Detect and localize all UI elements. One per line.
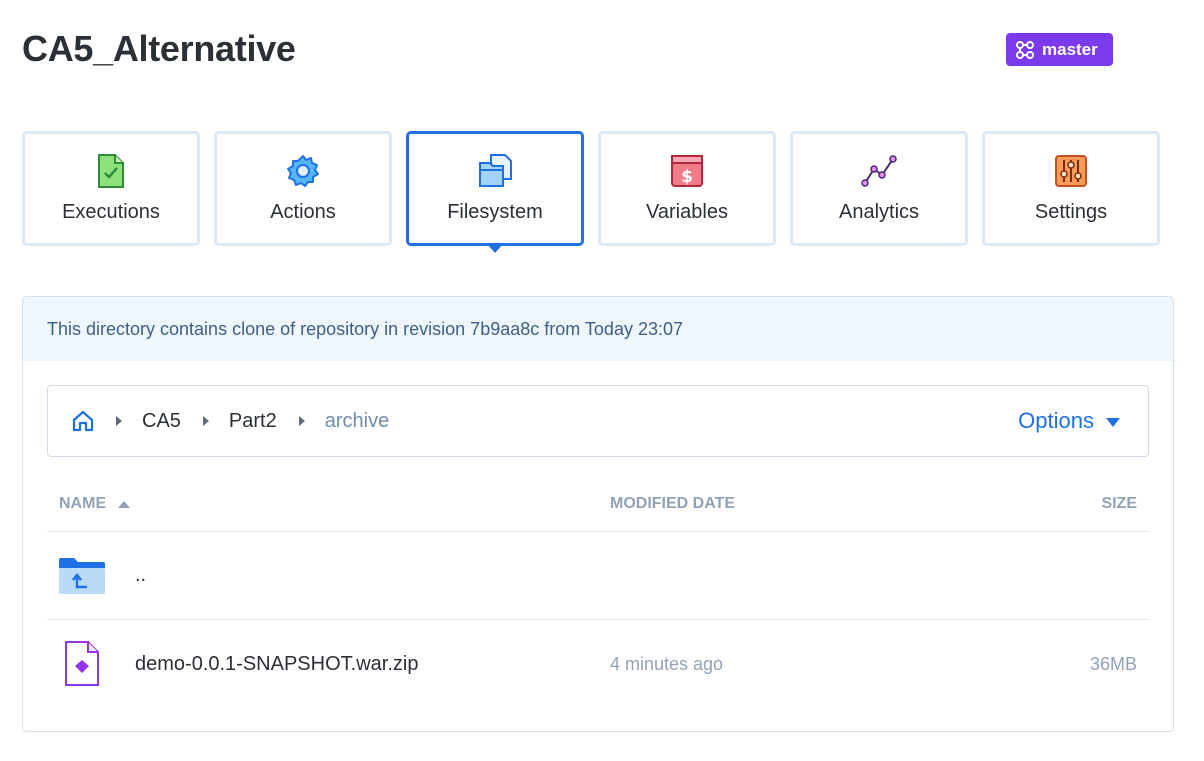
info-message: This directory contains clone of reposit…: [23, 297, 1173, 361]
breadcrumb-separator-icon: [116, 416, 122, 426]
sliders-icon: [1053, 153, 1089, 189]
breadcrumb-separator-icon: [298, 416, 305, 426]
tab-label: Settings: [1034, 201, 1108, 223]
file-name: ..: [135, 564, 147, 586]
breadcrumb-item-part2[interactable]: Part2: [229, 410, 277, 433]
gear-icon: [285, 153, 321, 189]
dollar-box-icon: $: [669, 153, 705, 189]
tab-executions[interactable]: Executions: [22, 131, 200, 246]
tab-label: Filesystem: [447, 201, 543, 223]
table-row[interactable]: demo-0.0.1-SNAPSHOT.war.zip 4 minutes ag…: [47, 620, 1149, 708]
tab-label: Executions: [62, 201, 160, 223]
tab-actions[interactable]: Actions: [214, 131, 392, 246]
tab-label: Analytics: [838, 201, 920, 223]
options-label: Options: [1018, 408, 1094, 433]
breadcrumb-item-archive: archive: [324, 409, 390, 432]
tab-analytics[interactable]: Analytics: [790, 131, 968, 246]
files-icon: [477, 153, 513, 189]
branch-badge[interactable]: master: [1006, 33, 1113, 66]
svg-text:$: $: [681, 167, 693, 187]
tab-settings[interactable]: Settings: [982, 131, 1160, 246]
file-size: 36MB: [1089, 653, 1137, 674]
breadcrumb-separator-icon: [202, 416, 209, 426]
page-title: CA5_Alternative: [22, 28, 296, 69]
column-header-modified[interactable]: MODIFIED DATE: [599, 495, 949, 513]
tab-variables[interactable]: $ Variables: [598, 131, 776, 246]
breadcrumb-item-ca5[interactable]: CA5: [142, 410, 181, 433]
column-header-size[interactable]: SIZE: [949, 495, 1149, 513]
column-header-name[interactable]: NAME: [47, 495, 599, 513]
breadcrumb: CA5 Part2 archive Options: [47, 385, 1149, 457]
table-row[interactable]: ..: [47, 532, 1149, 620]
file-table: NAME MODIFIED DATE SIZE .. demo-0.0.1-SN…: [47, 477, 1149, 708]
document-check-icon: [93, 153, 129, 189]
table-header: NAME MODIFIED DATE SIZE: [47, 477, 1149, 532]
options-dropdown[interactable]: Options: [1018, 386, 1120, 456]
tab-label: Actions: [270, 201, 336, 223]
sort-ascending-icon: [118, 500, 131, 508]
filesystem-panel: This directory contains clone of reposit…: [22, 296, 1174, 732]
folder-up-icon: [57, 551, 107, 601]
file-name[interactable]: demo-0.0.1-SNAPSHOT.war.zip: [135, 653, 418, 676]
tab-label: Variables: [646, 201, 728, 223]
tab-filesystem[interactable]: Filesystem: [406, 131, 584, 253]
line-chart-icon: [861, 153, 897, 189]
archive-file-icon: [57, 639, 107, 689]
branch-icon: [1016, 40, 1034, 59]
file-modified: 4 minutes ago: [610, 653, 724, 674]
caret-down-icon: [1106, 418, 1120, 427]
home-icon[interactable]: [72, 410, 94, 432]
tab-bar: Executions Actions Filesystem $ Variable…: [22, 131, 1160, 253]
branch-label: master: [1042, 39, 1098, 59]
